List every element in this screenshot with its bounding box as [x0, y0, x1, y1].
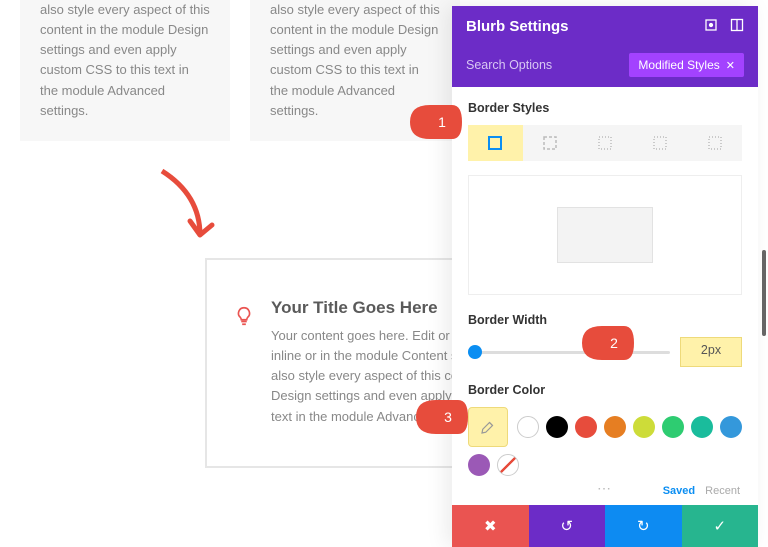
background-cards: also style every aspect of this content …	[20, 0, 460, 141]
border-preview-box	[468, 175, 742, 295]
border-style-solid[interactable]	[468, 125, 523, 161]
panel-tabbar: Search Options Modified Styles ✕	[452, 47, 758, 87]
cancel-button[interactable]: ✖	[452, 505, 529, 547]
swatch-lime[interactable]	[633, 416, 655, 438]
swatch-green[interactable]	[662, 416, 684, 438]
border-style-dashed[interactable]	[523, 125, 578, 161]
slider-thumb[interactable]	[468, 345, 482, 359]
redo-icon: ↻	[637, 517, 650, 535]
focus-icon[interactable]	[704, 18, 718, 35]
swatch-red[interactable]	[575, 416, 597, 438]
expand-icon[interactable]	[730, 18, 744, 35]
border-style-none[interactable]	[687, 125, 742, 161]
close-icon[interactable]: ✕	[726, 59, 735, 72]
settings-panel: Blurb Settings Search Options Modified S…	[452, 6, 758, 547]
swatch-teal[interactable]	[691, 416, 713, 438]
color-swatches	[468, 407, 742, 476]
modified-styles-label: Modified Styles	[638, 58, 719, 72]
swatch-white[interactable]	[517, 416, 539, 438]
border-style-tabs	[468, 125, 742, 161]
close-icon: ✖	[484, 517, 497, 535]
scrollbar-thumb[interactable]	[762, 250, 766, 336]
swatch-blue[interactable]	[720, 416, 742, 438]
panel-header[interactable]: Blurb Settings	[452, 6, 758, 47]
search-options-link[interactable]: Search Options	[466, 58, 552, 72]
eyedropper-button[interactable]	[468, 407, 508, 447]
swatch-none[interactable]	[497, 454, 519, 476]
undo-button[interactable]: ↺	[529, 505, 606, 547]
border-style-double[interactable]	[632, 125, 687, 161]
bg-card-text: also style every aspect of this content …	[270, 2, 440, 118]
modified-styles-pill[interactable]: Modified Styles ✕	[629, 53, 744, 77]
bg-card-2: also style every aspect of this content …	[250, 0, 460, 141]
recent-tab[interactable]: Recent	[705, 485, 740, 497]
bg-card-1: also style every aspect of this content …	[20, 0, 230, 141]
border-color-label: Border Color	[468, 383, 742, 397]
saved-tab[interactable]: Saved	[663, 485, 695, 497]
swatch-black[interactable]	[546, 416, 568, 438]
panel-footer: ✖ ↺ ↻ ✓	[452, 505, 758, 547]
undo-icon: ↺	[560, 517, 573, 535]
border-width-label: Border Width	[468, 313, 742, 327]
annotation-arrow	[150, 165, 230, 255]
redo-button[interactable]: ↻	[605, 505, 682, 547]
lightbulb-icon	[233, 305, 255, 332]
panel-title: Blurb Settings	[466, 18, 569, 35]
border-style-dotted[interactable]	[578, 125, 633, 161]
bg-card-text: also style every aspect of this content …	[40, 2, 210, 118]
border-width-value[interactable]: 2px	[680, 337, 742, 367]
border-styles-label: Border Styles	[468, 101, 742, 115]
check-icon: ✓	[713, 517, 726, 535]
border-width-slider[interactable]	[468, 342, 670, 362]
swatch-purple[interactable]	[468, 454, 490, 476]
swatch-orange[interactable]	[604, 416, 626, 438]
border-preview-inner	[557, 207, 653, 263]
confirm-button[interactable]: ✓	[682, 505, 759, 547]
